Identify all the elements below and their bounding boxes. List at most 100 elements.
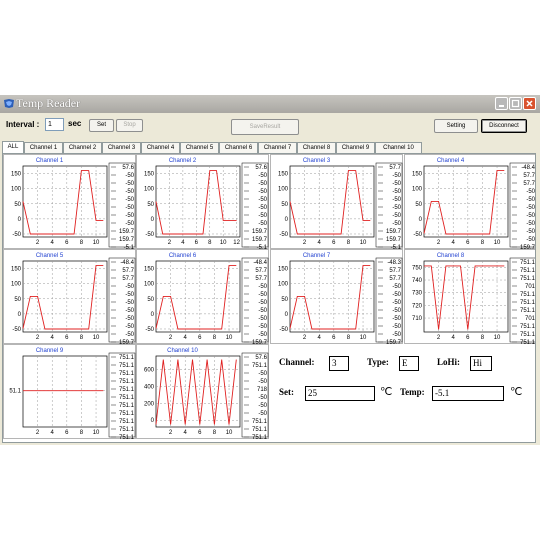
chart-channel-3: Channel 32 4 6 8 10150100500-5057.7-50-50-50… <box>270 154 403 251</box>
legend-entry: -50 <box>526 197 535 203</box>
tab-panel-all: Channel 1 2 4 6 8 10 150 100 50 0 -50 57.6 -50 -50 -50… <box>2 153 536 443</box>
legend-entry: 751.1 <box>520 340 535 346</box>
y-tick-label: -50 <box>279 232 288 238</box>
legend-entry: 751.1 <box>119 371 135 377</box>
chart-title: Channel 7 <box>303 253 331 259</box>
legend-entry: 57.7 <box>255 268 267 274</box>
temp-label: Temp: <box>400 387 425 397</box>
tab-channel-2[interactable]: Channel 2 <box>63 142 102 153</box>
y-tick-label: 710 <box>412 316 423 322</box>
disconnect-button[interactable]: Disconnect <box>481 119 527 133</box>
legend-entry: -50 <box>258 181 267 187</box>
title-bar[interactable]: Temp Reader <box>0 95 540 113</box>
legend-entry: -50 <box>125 197 134 203</box>
interval-input[interactable]: 1 <box>45 118 64 131</box>
tab-channel-9[interactable]: Channel 9 <box>336 142 375 153</box>
tab-channel-6[interactable]: Channel 6 <box>219 142 258 153</box>
legend-entry: 57.7 <box>523 173 535 179</box>
legend-entry: -50 <box>125 181 134 187</box>
legend-entry: -50 <box>258 213 267 219</box>
legend-entry: -50 <box>258 197 267 203</box>
tab-channel-5[interactable]: Channel 5 <box>180 142 219 153</box>
chart-title: Channel 1 <box>36 158 64 164</box>
x-tick-label: 10 <box>360 240 367 246</box>
y-tick-label: 730 <box>412 291 423 297</box>
legend-entry: -50 <box>526 221 535 227</box>
set-button[interactable]: Set <box>89 119 114 132</box>
legend-entry: -50 <box>258 411 267 417</box>
legend-entry: 159.7 <box>386 340 402 346</box>
type-field[interactable]: E <box>399 356 419 371</box>
legend-entry: -50 <box>258 221 267 227</box>
legend-entry: -50 <box>258 371 267 377</box>
y-tick-label: 50 <box>147 297 154 303</box>
legend-entry: -50 <box>526 205 535 211</box>
y-tick-label: 100 <box>278 187 289 193</box>
interval-unit: sec <box>68 119 82 128</box>
legend-entry: -50 <box>258 300 267 306</box>
save-result-button[interactable]: SaveResult <box>231 119 299 135</box>
minimize-icon <box>499 105 504 107</box>
legend-entry: 751.1 <box>520 260 535 266</box>
tab-channel-1[interactable]: Channel 1 <box>24 142 63 153</box>
tab-channel-7[interactable]: Channel 7 <box>258 142 297 153</box>
y-tick-label: 50 <box>281 202 288 208</box>
stop-button[interactable]: Stop <box>116 119 143 132</box>
tab-channel-4[interactable]: Channel 4 <box>141 142 180 153</box>
x-tick-label: 10 <box>93 430 100 436</box>
x-tick-label: 10 <box>226 335 233 341</box>
legend-entry: 751.1 <box>520 332 535 338</box>
legend-entry: 751.1 <box>252 427 268 433</box>
y-tick-label: 50 <box>14 202 21 208</box>
legend-entry: 159.7 <box>386 229 402 235</box>
chart-title: Channel 8 <box>437 253 465 259</box>
chart-channel-2: Channel 22 4 6 8 10 12150100500-5057.6-50-50-… <box>136 154 269 251</box>
legend-entry: -50 <box>392 300 401 306</box>
chart-channel-5: Channel 52 4 6 8 10150100500-50-48.457.757.7… <box>3 249 136 346</box>
x-tick-label: 10 <box>226 430 233 436</box>
legend-entry: -50 <box>125 316 134 322</box>
plot-area <box>22 165 108 238</box>
chart-channel-1: Channel 12 4 6 8 10150100500-5057.6-50-50-50… <box>3 154 136 251</box>
channel-field[interactable]: 3 <box>329 356 349 371</box>
tab-channel-10[interactable]: Channel 10 <box>375 142 422 153</box>
legend-entry: 159.7 <box>119 229 135 235</box>
legend-entry: -50 <box>526 189 535 195</box>
y-tick-label: 50 <box>14 297 21 303</box>
temp-unit: ℃ <box>510 386 523 398</box>
y-tick-label: 50 <box>147 202 154 208</box>
tab-all[interactable]: ALL <box>2 141 24 153</box>
chart-channel-7: Channel 72 4 6 8 10150100500-50-48.357.757.7… <box>270 249 403 346</box>
legend-entry: 57.7 <box>122 276 134 282</box>
tab-channel-3[interactable]: Channel 3 <box>102 142 141 153</box>
legend-entry: -48.4 <box>120 260 134 266</box>
legend-entry: -50 <box>125 324 134 330</box>
legend-entry: -50 <box>392 205 401 211</box>
toolbar: Interval : 1 sec Set Stop SaveResult Set… <box>0 113 540 137</box>
y-tick-label: -50 <box>279 327 288 333</box>
y-tick-label: 50 <box>415 202 422 208</box>
legend-entry: -50 <box>258 324 267 330</box>
set-field[interactable]: 25 <box>305 386 375 401</box>
legend-entry: -50 <box>125 173 134 179</box>
legend-entry: -50 <box>392 181 401 187</box>
y-tick-label: 100 <box>11 282 22 288</box>
y-tick-label: -50 <box>145 232 154 238</box>
setting-button[interactable]: Setting <box>434 119 478 133</box>
y-tick-label: 150 <box>11 172 22 178</box>
temp-reader-window: Temp Reader Interval : 1 sec Set Stop Sa… <box>0 95 540 445</box>
y-tick-label: 100 <box>144 187 155 193</box>
legend-entry: 751.1 <box>119 355 135 361</box>
legend-entry: 751.1 <box>252 363 268 369</box>
legend-entry: -50 <box>392 213 401 219</box>
minimize-button[interactable] <box>495 97 508 110</box>
close-button[interactable] <box>523 97 536 110</box>
y-tick-label: -50 <box>145 327 154 333</box>
legend-entry: -50 <box>392 316 401 322</box>
tab-channel-8[interactable]: Channel 8 <box>297 142 336 153</box>
temp-field[interactable]: -5.1 <box>432 386 504 401</box>
legend-entry: 751.1 <box>520 300 535 306</box>
plot-area <box>423 260 509 333</box>
maximize-button[interactable] <box>509 97 522 110</box>
lohi-field[interactable]: Hi <box>470 356 492 371</box>
